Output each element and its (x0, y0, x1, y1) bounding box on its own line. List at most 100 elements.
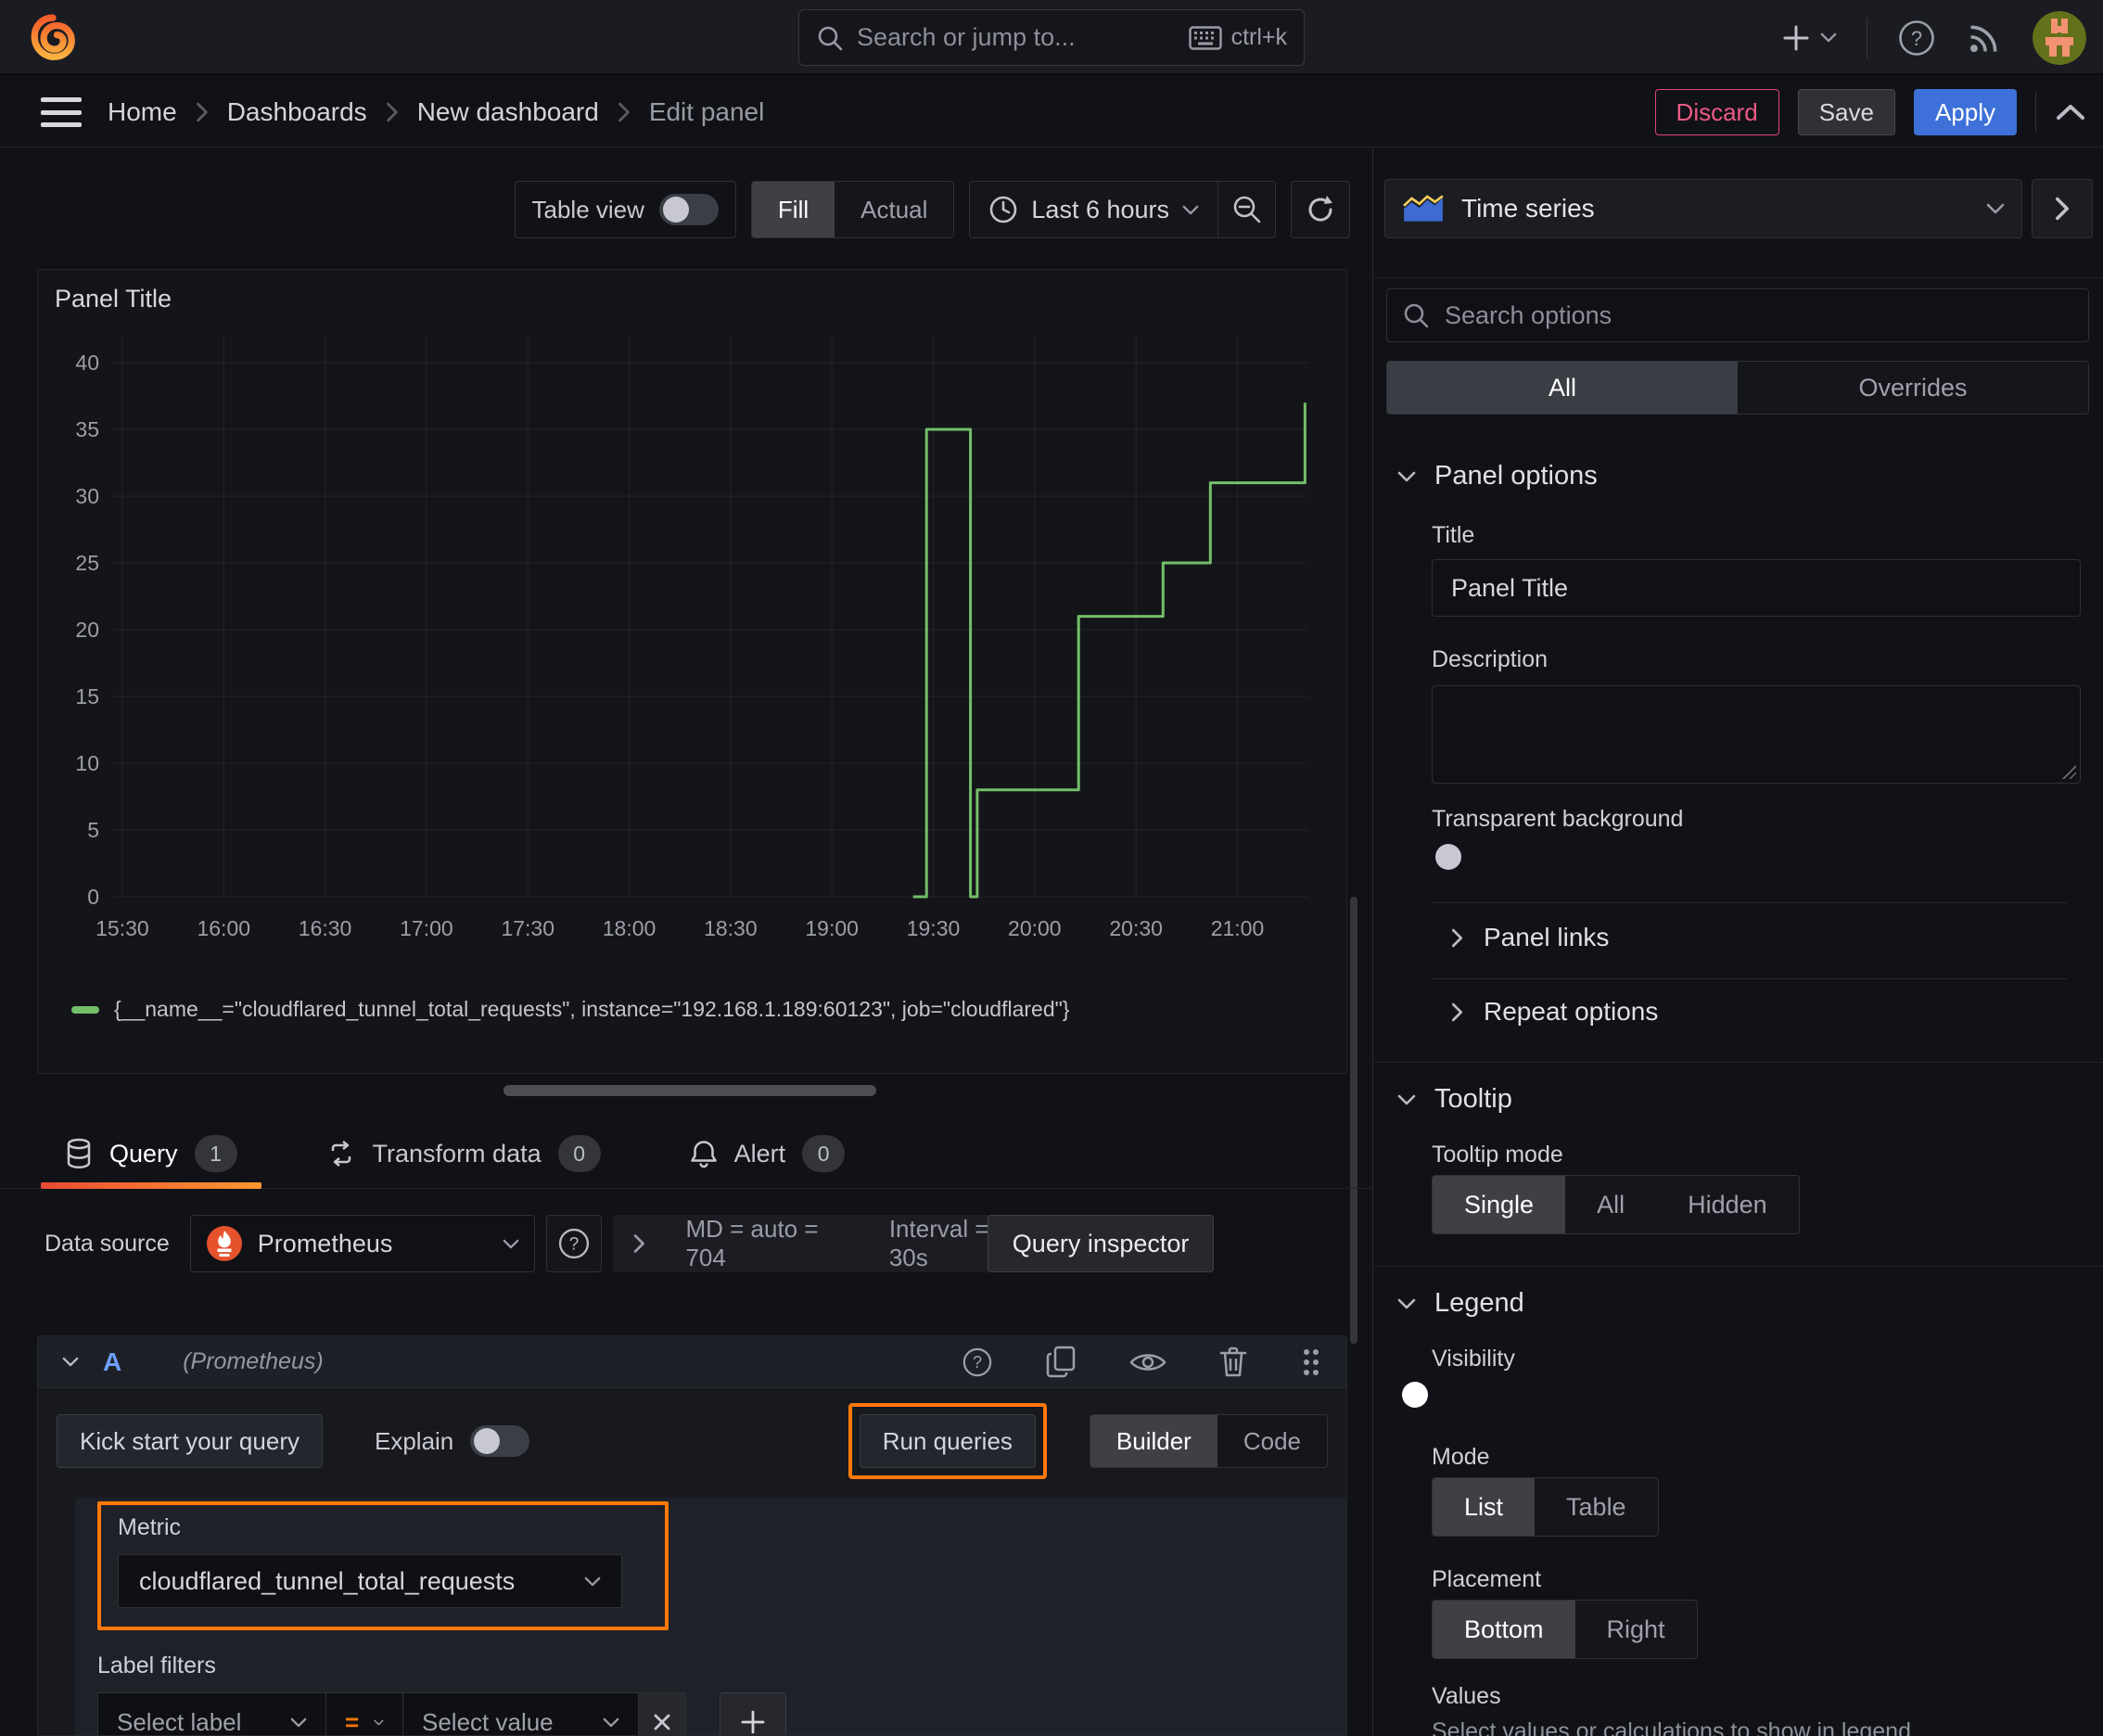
visualization-value: Time series (1461, 194, 1595, 223)
code-option[interactable]: Code (1217, 1415, 1327, 1467)
discard-button[interactable]: Discard (1654, 89, 1779, 135)
tooltip-title: Tooltip (1434, 1084, 1512, 1114)
save-button[interactable]: Save (1797, 89, 1895, 135)
tab-alert[interactable]: Alert 0 (690, 1119, 846, 1188)
zoom-out-icon[interactable] (1217, 182, 1275, 237)
svg-text:20: 20 (75, 618, 99, 642)
panel-links-section[interactable]: Panel links (1451, 923, 1609, 952)
breadcrumb-separator-icon (386, 102, 399, 122)
divider (1432, 978, 2067, 979)
tooltip-mode-label: Tooltip mode (1432, 1142, 1563, 1168)
news-rss-icon[interactable] (1966, 19, 2003, 57)
refresh-button[interactable] (1291, 181, 1350, 238)
explain-control: Explain (375, 1425, 530, 1457)
legend-placement-right-option[interactable]: Right (1575, 1601, 1697, 1658)
panel-title-input[interactable] (1432, 559, 2081, 617)
new-menu-button[interactable] (1781, 23, 1837, 53)
editor-tabs: Query 1 Transform data 0 Alert 0 (0, 1119, 1372, 1189)
legend-series-label: {__name__="cloudflared_tunnel_total_requ… (114, 997, 1070, 1021)
table-view-toggle[interactable] (658, 194, 719, 225)
tooltip-all-option[interactable]: All (1565, 1176, 1656, 1233)
legend-placement-bottom-option[interactable]: Bottom (1433, 1601, 1575, 1658)
panel-resize-handle[interactable] (503, 1085, 876, 1096)
fill-option[interactable]: Fill (751, 182, 835, 237)
svg-text:18:00: 18:00 (603, 916, 656, 940)
tab-query[interactable]: Query 1 (41, 1119, 261, 1189)
datasource-label: Data source (45, 1230, 170, 1257)
hide-response-eye-icon[interactable] (1129, 1348, 1166, 1376)
global-search-input[interactable]: Search or jump to... ctrl+k (798, 9, 1305, 66)
metric-label: Metric (118, 1514, 182, 1540)
time-range-label: Last 6 hours (1031, 195, 1169, 223)
chevron-down-icon (374, 1719, 384, 1725)
legend-mode-segmented: List Table (1432, 1477, 1659, 1537)
kick-start-button[interactable]: Kick start your query (57, 1414, 323, 1468)
time-series-chart[interactable]: 0 5 10 15 20 25 30 35 40 15:30 16:00 16:30 17:00 17:3… (38, 322, 1346, 989)
breadcrumb-separator-icon (196, 102, 209, 122)
datasource-value: Prometheus (257, 1229, 393, 1257)
run-queries-button[interactable]: Run queries (859, 1414, 1036, 1468)
visualization-select[interactable]: Time series (1384, 179, 2022, 238)
user-avatar[interactable] (2033, 10, 2086, 65)
svg-text:19:00: 19:00 (805, 916, 859, 940)
tab-query-label: Query (109, 1139, 178, 1168)
query-help-icon[interactable]: ? (961, 1346, 994, 1379)
help-icon: ? (558, 1228, 589, 1259)
chevron-right-icon (1451, 1002, 1463, 1022)
legend-mode-table-option[interactable]: Table (1535, 1478, 1658, 1536)
builder-code-segmented: Builder Code (1089, 1414, 1328, 1468)
breadcrumb-dashboards[interactable]: Dashboards (227, 97, 367, 127)
legend-mode-list-option[interactable]: List (1433, 1478, 1536, 1536)
breadcrumb-edit-panel: Edit panel (648, 97, 765, 126)
legend-heading[interactable]: Legend (1397, 1288, 1524, 1319)
query-a-header[interactable]: A (Prometheus) ? (38, 1336, 1346, 1388)
tooltip-single-option[interactable]: Single (1433, 1176, 1566, 1233)
keyboard-icon (1188, 25, 1222, 50)
svg-text:10: 10 (75, 751, 99, 775)
tooltip-hidden-option[interactable]: Hidden (1656, 1176, 1799, 1233)
metric-value: cloudflared_tunnel_total_requests (139, 1566, 516, 1595)
chart-legend[interactable]: {__name__="cloudflared_tunnel_total_requ… (71, 997, 1069, 1022)
grafana-logo-icon[interactable] (28, 13, 78, 63)
tab-overrides[interactable]: Overrides (1738, 362, 2088, 414)
svg-text:17:00: 17:00 (400, 916, 453, 940)
tab-all[interactable]: All (1387, 362, 1738, 414)
metric-select[interactable]: cloudflared_tunnel_total_requests (118, 1554, 622, 1608)
explain-toggle[interactable] (470, 1425, 530, 1457)
query-options-summary[interactable]: MD = auto = 704 Interval = 30s (612, 1215, 1045, 1272)
resize-handle-icon[interactable] (2059, 762, 2076, 779)
panel-options-heading[interactable]: Panel options (1397, 461, 1598, 491)
builder-option[interactable]: Builder (1090, 1415, 1217, 1467)
query-inspector-button[interactable]: Query inspector (987, 1215, 1215, 1272)
breadcrumb-home[interactable]: Home (108, 97, 177, 127)
search-options-input[interactable]: Search options (1386, 288, 2089, 342)
breadcrumb-new-dashboard[interactable]: New dashboard (417, 97, 599, 127)
select-label-dropdown[interactable]: Select label (97, 1692, 326, 1735)
bell-icon (690, 1139, 718, 1168)
remove-query-trash-icon[interactable] (1218, 1346, 1248, 1379)
repeat-options-section[interactable]: Repeat options (1451, 997, 1658, 1027)
description-textarea[interactable] (1432, 685, 2081, 784)
time-range-button[interactable]: Last 6 hours (970, 195, 1217, 224)
query-ref-id: A (103, 1347, 122, 1376)
chevron-up-icon[interactable] (2055, 103, 2086, 121)
datasource-select[interactable]: Prometheus (189, 1215, 535, 1272)
toggle-viz-picker-button[interactable] (2032, 179, 2093, 238)
help-icon[interactable]: ? (1897, 19, 1936, 57)
drag-handle-icon[interactable] (1300, 1346, 1322, 1379)
actual-option[interactable]: Actual (835, 182, 953, 237)
datasource-help-button[interactable]: ? (545, 1215, 602, 1272)
time-range-picker: Last 6 hours (969, 181, 1276, 238)
operator-dropdown[interactable]: = (325, 1692, 403, 1735)
select-value-dropdown[interactable]: Select value (402, 1692, 639, 1735)
duplicate-query-icon[interactable] (1046, 1346, 1077, 1379)
tooltip-heading[interactable]: Tooltip (1397, 1084, 1512, 1115)
breadcrumb-bar: Home Dashboards New dashboard Edit panel… (0, 77, 2103, 147)
menu-toggle-icon[interactable] (41, 97, 82, 127)
remove-filter-button[interactable] (638, 1692, 686, 1735)
tab-transform-data[interactable]: Transform data 0 (326, 1119, 601, 1188)
add-filter-button[interactable] (720, 1692, 786, 1735)
svg-text:30: 30 (75, 484, 99, 508)
transform-icon (326, 1139, 356, 1168)
apply-button[interactable]: Apply (1913, 89, 2017, 135)
